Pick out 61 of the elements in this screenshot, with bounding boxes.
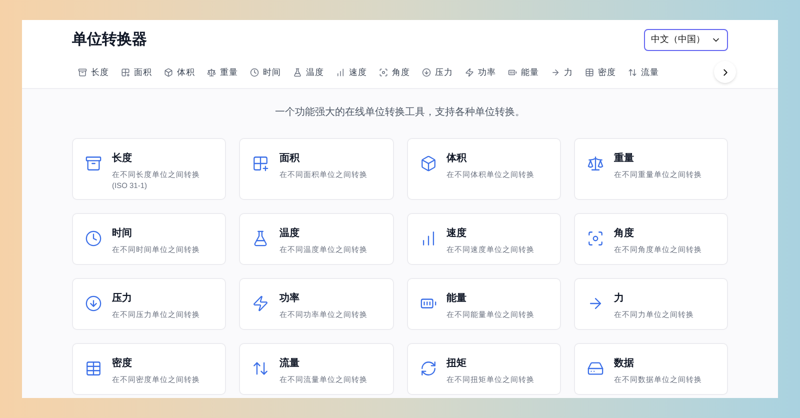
card-title: 数据 xyxy=(614,356,635,371)
card-title: 面积 xyxy=(279,152,301,166)
card-title: 力 xyxy=(614,292,625,306)
battery-icon xyxy=(508,68,517,76)
category-tab[interactable]: 角度 xyxy=(373,66,416,78)
box-icon xyxy=(78,68,87,76)
focus-icon xyxy=(379,68,388,76)
card-title: 扭矩 xyxy=(446,356,468,371)
category-tab[interactable]: 面积 xyxy=(115,66,158,78)
category-tab[interactable]: 密度 xyxy=(579,66,622,78)
cube-icon xyxy=(420,155,436,172)
card-title: 能量 xyxy=(446,292,468,306)
up-down-arrows-icon xyxy=(628,68,637,76)
focus-icon xyxy=(586,230,604,247)
box-icon xyxy=(85,155,102,172)
tagline: 一个功能强大的在线单位转换工具，支持各种单位转换。 xyxy=(274,106,526,120)
category-tab[interactable]: 时间 xyxy=(244,66,287,78)
table-icon xyxy=(585,68,594,76)
flask-icon xyxy=(293,68,302,76)
table-icon xyxy=(85,360,102,377)
card-title: 速度 xyxy=(446,226,468,241)
refresh-icon xyxy=(420,360,436,377)
drive-icon xyxy=(586,360,604,377)
category-tab[interactable]: 压力 xyxy=(416,66,459,78)
arrow-right-icon xyxy=(551,68,560,76)
category-tab[interactable]: 功率 xyxy=(459,66,502,78)
app-title: 单位转换器 xyxy=(72,30,147,50)
category-tab[interactable]: 温度 xyxy=(287,66,330,78)
cube-icon xyxy=(164,68,173,76)
card-title: 流量 xyxy=(279,356,300,371)
language-select[interactable]: 中文（中国） xyxy=(644,29,728,51)
clock-icon xyxy=(250,68,259,76)
category-tab[interactable]: 力 xyxy=(545,66,579,78)
card-title: 角度 xyxy=(614,226,635,241)
card-title: 功率 xyxy=(279,291,300,306)
category-tab[interactable]: 体积 xyxy=(158,66,201,78)
category-tab[interactable]: 重量 xyxy=(201,66,244,78)
card-title: 长度 xyxy=(112,151,133,166)
card-title: 体积 xyxy=(446,152,468,166)
card-title: 时间 xyxy=(112,226,133,241)
card-title: 压力 xyxy=(112,292,133,306)
card-title: 密度 xyxy=(112,356,133,371)
lightning-icon xyxy=(252,295,270,312)
category-tab[interactable]: 流量 xyxy=(622,66,665,78)
lightning-icon xyxy=(465,68,474,76)
arrow-down-circle-icon xyxy=(85,295,102,312)
grid-plus-icon xyxy=(252,155,270,172)
up-down-arrows-icon xyxy=(252,360,270,377)
arrow-down-circle-icon xyxy=(422,68,431,76)
card-title: 温度 xyxy=(279,226,300,241)
grid-plus-icon xyxy=(121,68,130,76)
clock-icon xyxy=(85,230,102,247)
bar-chart-icon xyxy=(336,68,345,76)
category-tab[interactable]: 长度 xyxy=(72,66,115,78)
category-tab[interactable]: 速度 xyxy=(330,66,373,78)
scale-icon xyxy=(207,68,216,76)
category-tab[interactable]: 能量 xyxy=(502,66,545,78)
scroll-right-button[interactable] xyxy=(714,61,736,83)
flask-icon xyxy=(252,230,270,247)
scale-icon xyxy=(586,155,604,172)
card-title: 重量 xyxy=(614,152,635,166)
